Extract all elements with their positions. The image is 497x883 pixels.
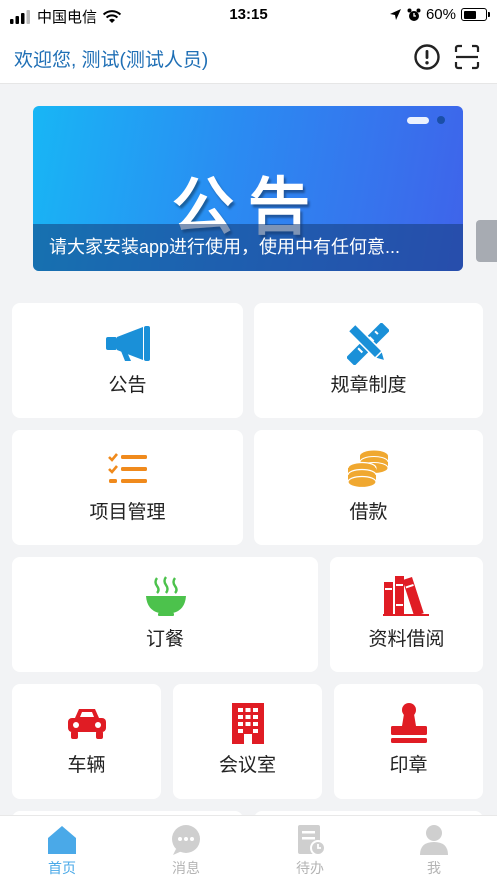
welcome-text: 欢迎您, 测试(测试人员) — [14, 50, 209, 71]
tab-messages[interactable]: 消息 — [124, 816, 248, 883]
card-regulations[interactable]: 规章制度 — [254, 303, 483, 418]
car-icon — [68, 709, 106, 739]
tab-label-messages: 消息 — [172, 860, 200, 876]
todo-document-icon — [298, 825, 326, 856]
card-announcement[interactable]: 公告 — [12, 303, 243, 418]
status-bar: 中国电信 13:15 60% — [0, 0, 497, 32]
card-seal[interactable]: 印章 — [334, 684, 483, 799]
banner-pagination — [407, 116, 445, 124]
pagination-dot — [437, 116, 445, 124]
coins-icon — [347, 450, 389, 489]
books-icon — [383, 576, 429, 616]
card-label-library: 资料借阅 — [368, 629, 445, 650]
tab-me[interactable]: 我 — [372, 816, 496, 883]
card-projects[interactable]: 项目管理 — [12, 430, 243, 545]
alarm-icon — [407, 8, 421, 21]
bowl-icon — [146, 576, 186, 616]
card-label-ordering: 订餐 — [145, 629, 184, 650]
home-icon — [48, 826, 76, 854]
card-label-projects: 项目管理 — [89, 502, 166, 523]
exclamation-circle-icon[interactable] — [413, 43, 441, 71]
building-icon — [232, 703, 264, 744]
side-float-tab[interactable] — [476, 220, 497, 262]
megaphone-icon — [106, 326, 150, 361]
card-ordering[interactable]: 订餐 — [12, 557, 318, 672]
battery-icon — [461, 8, 490, 21]
bottom-tab-bar: 首页 消息 待办 我 — [0, 815, 497, 883]
card-loan[interactable]: 借款 — [254, 430, 483, 545]
battery-level — [463, 10, 477, 19]
card-label-loan: 借款 — [349, 502, 388, 523]
stamp-icon — [391, 703, 427, 743]
tab-label-home: 首页 — [48, 860, 76, 876]
tab-home[interactable]: 首页 — [0, 816, 124, 883]
card-library[interactable]: 资料借阅 — [330, 557, 483, 672]
tab-label-me: 我 — [427, 860, 441, 876]
card-label-vehicle: 车辆 — [67, 755, 106, 776]
chat-bubble-icon — [172, 825, 200, 855]
scan-icon[interactable] — [453, 43, 481, 71]
user-icon — [420, 825, 448, 855]
tab-label-todo: 待办 — [296, 860, 324, 876]
announcement-banner[interactable]: 公告 请大家安装app进行使用，使用中有任何意... — [33, 106, 463, 271]
card-vehicle[interactable]: 车辆 — [12, 684, 161, 799]
banner-caption: 请大家安装app进行使用，使用中有任何意... — [33, 224, 463, 271]
status-right: 60% — [389, 6, 490, 23]
tab-todo[interactable]: 待办 — [248, 816, 372, 883]
card-meeting-room[interactable]: 会议室 — [173, 684, 322, 799]
card-label-announcement: 公告 — [108, 375, 147, 396]
card-label-meeting-room: 会议室 — [218, 755, 276, 776]
battery-percent: 60% — [425, 6, 456, 23]
pagination-dot-active — [407, 116, 429, 124]
pencil-ruler-icon — [347, 323, 389, 365]
app-header: 欢迎您, 测试(测试人员) — [0, 32, 497, 84]
location-arrow-icon — [389, 9, 401, 20]
card-label-regulations: 规章制度 — [330, 375, 407, 396]
card-label-seal: 印章 — [389, 755, 428, 776]
checklist-icon — [108, 453, 147, 483]
